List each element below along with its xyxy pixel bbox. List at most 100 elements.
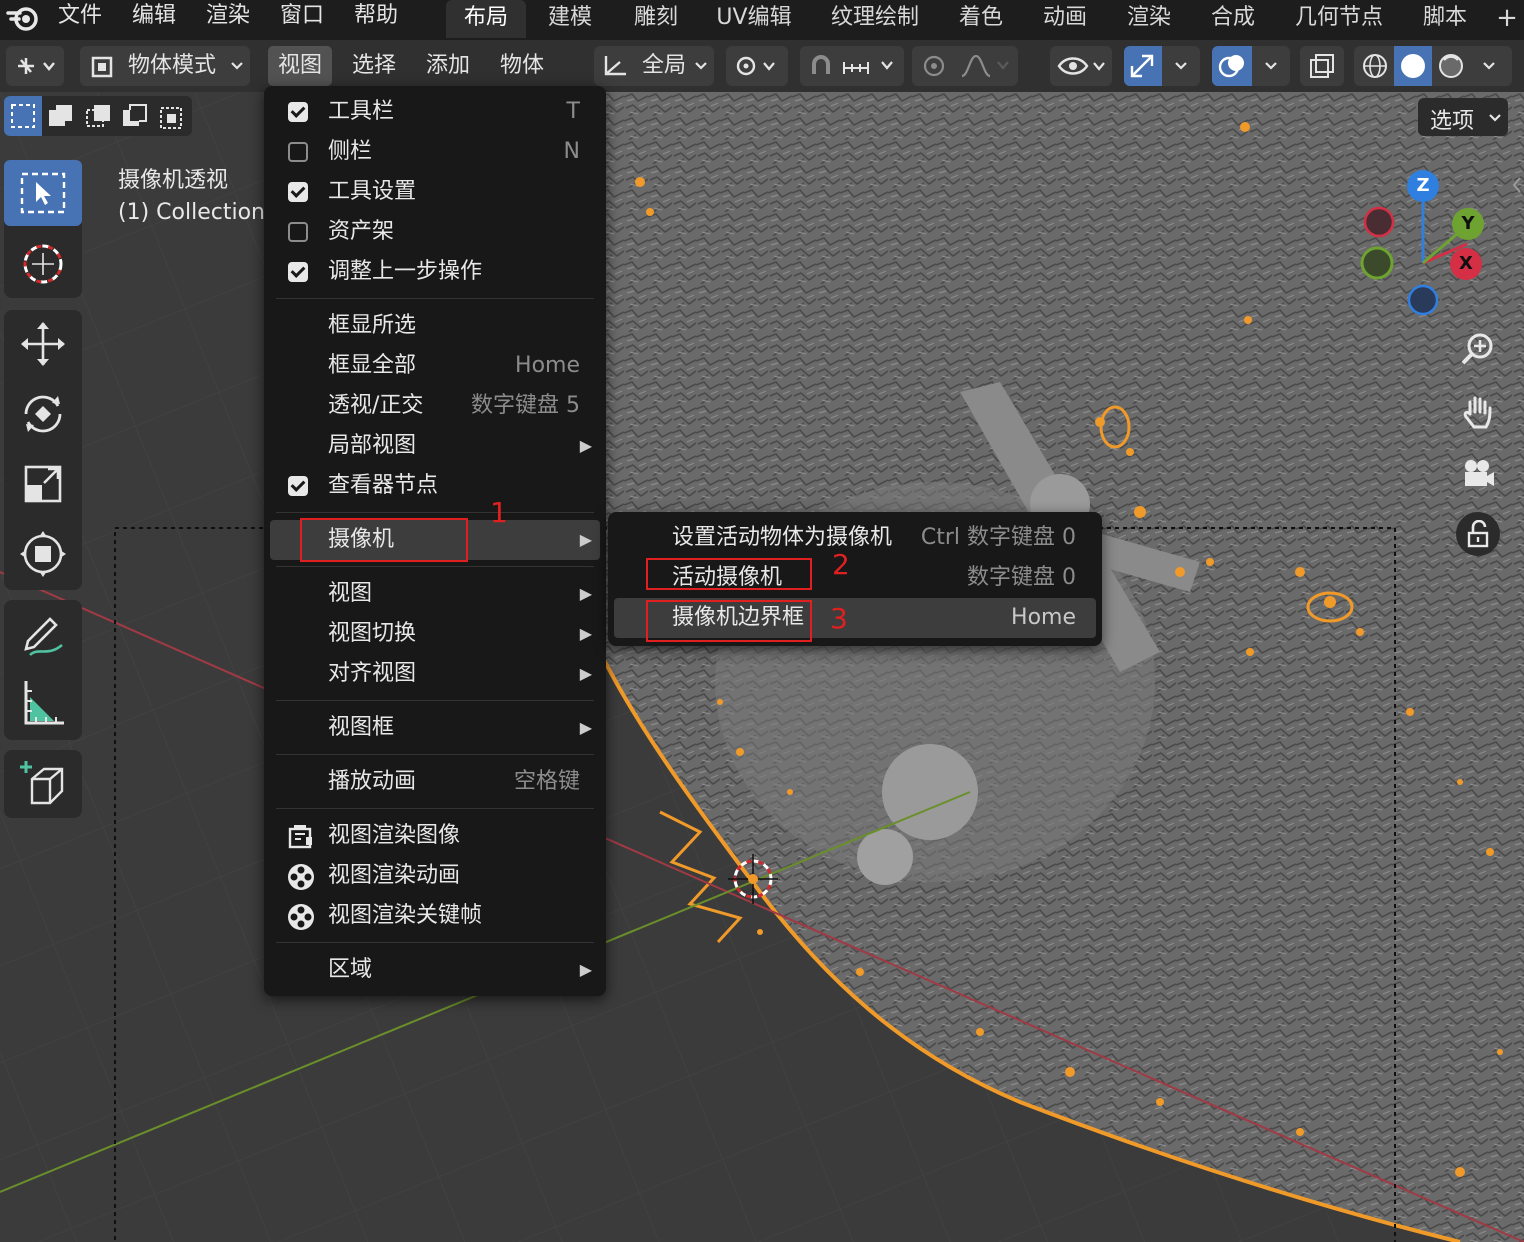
material-shading-icon[interactable] bbox=[1434, 50, 1468, 82]
menu-file[interactable]: 文件 bbox=[58, 0, 102, 36]
camera-view-button[interactable] bbox=[1458, 454, 1498, 494]
submenu-arrow-icon: ▶ bbox=[579, 624, 592, 643]
add-workspace-button[interactable]: + bbox=[1490, 0, 1524, 38]
wireframe-shading-icon[interactable] bbox=[1358, 50, 1392, 82]
tab-sculpting[interactable]: 雕刻 bbox=[618, 0, 694, 38]
view-menu-frame-selected[interactable]: 框显所选 bbox=[270, 306, 600, 346]
view-menu-perspective-ortho[interactable]: 透视/正交 数字键盘 5 bbox=[270, 386, 600, 426]
checkbox-unchecked-icon[interactable] bbox=[288, 142, 308, 162]
tab-animation[interactable]: 动画 bbox=[1030, 0, 1100, 38]
tab-shading[interactable]: 着色 bbox=[946, 0, 1016, 38]
menu-edit[interactable]: 编辑 bbox=[132, 0, 176, 36]
view-menu-area[interactable]: 区域 ▶ bbox=[270, 950, 600, 990]
viewport-scene bbox=[0, 92, 1524, 1242]
menu-render[interactable]: 渲染 bbox=[206, 0, 250, 36]
header-menu-select[interactable]: 选择 bbox=[342, 46, 406, 86]
snap-increment-icon bbox=[843, 61, 893, 74]
set-active-object-as-camera[interactable]: 设置活动物体为摄像机 Ctrl 数字键盘 0 bbox=[614, 518, 1096, 558]
tab-compositing[interactable]: 合成 bbox=[1198, 0, 1268, 38]
tab-rendering[interactable]: 渲染 bbox=[1114, 0, 1184, 38]
select-intersect-icon[interactable] bbox=[158, 102, 188, 130]
gizmo-toggle-group[interactable] bbox=[1124, 46, 1200, 86]
view-menu-tool-settings[interactable]: 工具设置 bbox=[270, 172, 600, 212]
header-menu-object[interactable]: 物体 bbox=[490, 46, 554, 86]
scale-tool[interactable] bbox=[4, 450, 82, 516]
chevron-down-icon bbox=[1175, 62, 1187, 70]
menu-item-shortcut: N bbox=[563, 139, 580, 164]
view-menu-navigation[interactable]: 视图切换 ▶ bbox=[270, 614, 600, 654]
select-invert-icon[interactable] bbox=[120, 102, 150, 130]
header-menu-view[interactable]: 视图 bbox=[268, 46, 333, 86]
chevron-down-icon bbox=[1483, 62, 1495, 70]
checkbox-checked-icon[interactable] bbox=[288, 102, 308, 122]
checkbox-checked-icon[interactable] bbox=[288, 476, 308, 496]
shading-mode-group[interactable] bbox=[1354, 46, 1512, 86]
header-menu-add[interactable]: 添加 bbox=[416, 46, 480, 86]
gizmo-x-axis[interactable]: X bbox=[1450, 248, 1482, 280]
xray-toggle-button[interactable] bbox=[1300, 46, 1344, 86]
proportional-editing-group[interactable] bbox=[912, 46, 1018, 86]
gizmo-toggle-button[interactable] bbox=[1124, 46, 1162, 86]
checkbox-unchecked-icon[interactable] bbox=[288, 222, 308, 242]
menu-item-shortcut: Home bbox=[1011, 605, 1076, 630]
rotate-tool[interactable] bbox=[4, 380, 82, 446]
object-visibility-dropdown[interactable] bbox=[1050, 46, 1112, 86]
tab-texture-paint[interactable]: 纹理绘制 bbox=[818, 0, 932, 38]
mode-dropdown[interactable]: 物体模式 bbox=[80, 46, 250, 86]
view-menu-viewport-render-keyframes[interactable]: 视图渲染关键帧 bbox=[270, 896, 600, 936]
checkbox-checked-icon[interactable] bbox=[288, 182, 308, 202]
tab-uv-editing[interactable]: UV编辑 bbox=[706, 0, 802, 38]
select-subtract-icon[interactable] bbox=[84, 102, 114, 130]
move-tool[interactable] bbox=[4, 310, 82, 376]
zoom-button[interactable] bbox=[1458, 330, 1498, 370]
pan-button[interactable] bbox=[1458, 392, 1498, 432]
pivot-point-dropdown[interactable] bbox=[726, 46, 788, 86]
tab-modeling[interactable]: 建模 bbox=[532, 0, 608, 38]
menu-item-label: 侧栏 bbox=[328, 139, 373, 164]
view-menu-align-view[interactable]: 对齐视图 ▶ bbox=[270, 654, 600, 694]
view-menu-frame-all[interactable]: 框显全部 Home bbox=[270, 346, 600, 386]
menu-help[interactable]: 帮助 bbox=[354, 0, 398, 36]
view-menu-sidebar[interactable]: 侧栏 N bbox=[270, 132, 600, 172]
view-menu-viewpoint[interactable]: 视图 ▶ bbox=[270, 574, 600, 614]
measure-tool[interactable] bbox=[4, 670, 82, 736]
editor-type-button[interactable] bbox=[6, 46, 64, 86]
3d-viewport[interactable]: 摄像机透视 (1) Collection 选项 Z Y X bbox=[0, 92, 1524, 1242]
view-menu-asset-shelf[interactable]: 资产架 bbox=[270, 212, 600, 252]
select-extend-icon[interactable] bbox=[46, 102, 76, 130]
blender-logo-icon[interactable] bbox=[6, 3, 40, 33]
lock-view-button[interactable] bbox=[1456, 512, 1500, 556]
transform-orientation-dropdown[interactable]: 全局 bbox=[594, 46, 714, 86]
view-menu-adjust-last-operation[interactable]: 调整上一步操作 bbox=[270, 252, 600, 292]
sidebar-toggle-icon[interactable] bbox=[1510, 176, 1524, 194]
tab-layout[interactable]: 布局 bbox=[446, 0, 526, 38]
add-cube-tool[interactable] bbox=[4, 750, 82, 816]
tab-geometry-nodes[interactable]: 几何节点 bbox=[1282, 0, 1396, 38]
view-menu-viewport-render-animation[interactable]: 视图渲染动画 bbox=[270, 856, 600, 896]
gizmo-z-axis[interactable]: Z bbox=[1407, 170, 1439, 202]
overlay-toggle-group[interactable] bbox=[1212, 46, 1290, 86]
solid-shading-button[interactable] bbox=[1394, 46, 1432, 86]
checkbox-checked-icon[interactable] bbox=[288, 262, 308, 282]
zoom-icon bbox=[1461, 333, 1493, 365]
annotate-tool[interactable] bbox=[4, 600, 82, 666]
select-new-button[interactable] bbox=[4, 96, 42, 136]
view-menu-viewport-render-image[interactable]: 视图渲染图像 bbox=[270, 816, 600, 856]
options-dropdown[interactable]: 选项 bbox=[1418, 98, 1508, 136]
view-menu-toolbar[interactable]: 工具栏 T bbox=[270, 92, 600, 132]
transform-tool[interactable] bbox=[4, 520, 82, 586]
tab-scripting[interactable]: 脚本 bbox=[1410, 0, 1480, 38]
select-box-tool[interactable] bbox=[4, 160, 82, 226]
menu-window[interactable]: 窗口 bbox=[280, 0, 324, 36]
cursor-tool[interactable] bbox=[4, 230, 82, 296]
view-menu-play-animation[interactable]: 播放动画 空格键 bbox=[270, 762, 600, 802]
pencil-icon bbox=[24, 617, 63, 657]
view-menu-view-regions[interactable]: 视图框 ▶ bbox=[270, 708, 600, 748]
overlay-toggle-button[interactable] bbox=[1212, 46, 1252, 86]
view-menu-viewer-node[interactable]: 查看器节点 bbox=[270, 466, 600, 506]
menu-separator bbox=[276, 700, 594, 701]
menu-separator bbox=[276, 512, 594, 513]
gizmo-y-axis[interactable]: Y bbox=[1452, 208, 1484, 240]
snapping-group[interactable] bbox=[800, 46, 904, 86]
view-menu-local-view[interactable]: 局部视图 ▶ bbox=[270, 426, 600, 466]
